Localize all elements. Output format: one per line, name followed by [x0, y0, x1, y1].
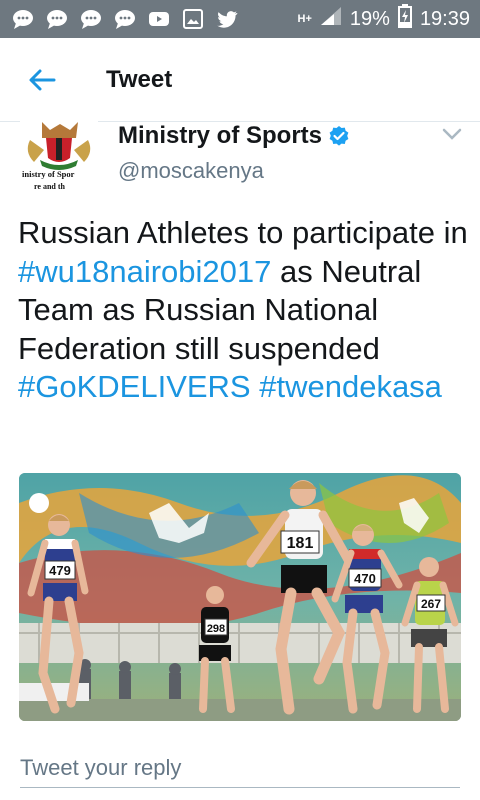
battery-charging-icon — [397, 4, 412, 34]
arrow-left-icon — [29, 69, 56, 90]
status-right: H+ 19% 19:39 — [298, 4, 480, 34]
tweet-text-part: Russian Athletes to participate in — [18, 215, 468, 250]
back-button[interactable] — [20, 58, 64, 102]
avatar-text-2: re and th — [34, 182, 66, 191]
clock: 19:39 — [419, 7, 470, 30]
author-name[interactable]: Ministry of Sports — [118, 122, 350, 150]
tweet-text: Russian Athletes to participate in #wu18… — [18, 214, 468, 407]
message-icon — [112, 6, 138, 32]
avatar[interactable]: inistry of Spor re and th — [20, 120, 98, 194]
battery-level: 19% — [349, 7, 390, 30]
notification-icons — [0, 6, 240, 32]
status-bar: H+ 19% 19:39 — [0, 0, 480, 38]
hashtag-link[interactable]: #twendekasa — [259, 369, 442, 404]
author-name-text: Ministry of Sports — [118, 122, 323, 149]
gallery-icon — [180, 6, 206, 32]
hashtag-link[interactable]: #GoKDELIVERS — [18, 369, 251, 404]
tweet-photo[interactable]: 479 298 181 470 267 — [19, 473, 461, 721]
message-icon — [44, 6, 70, 32]
bib-number: 267 — [421, 597, 441, 611]
page-title: Tweet — [106, 65, 173, 93]
more-options-button[interactable] — [440, 124, 464, 144]
message-icon — [78, 6, 104, 32]
bib-number: 298 — [207, 623, 225, 635]
avatar-text-1: inistry of Spor — [22, 169, 75, 179]
verified-badge-icon — [329, 126, 349, 146]
twitter-icon — [214, 6, 240, 32]
youtube-icon — [146, 6, 172, 32]
bib-number: 470 — [354, 571, 376, 586]
bib-number: 181 — [287, 535, 314, 552]
reply-input[interactable] — [20, 748, 460, 788]
network-type: H+ — [297, 13, 312, 25]
signal-icon — [320, 6, 342, 32]
app-bar: Tweet — [0, 38, 480, 122]
bib-number: 479 — [49, 563, 71, 578]
author-handle[interactable]: @moscakenya — [118, 158, 264, 184]
chevron-down-icon — [442, 128, 462, 140]
message-icon — [10, 6, 36, 32]
hashtag-link[interactable]: #wu18nairobi2017 — [18, 254, 271, 289]
